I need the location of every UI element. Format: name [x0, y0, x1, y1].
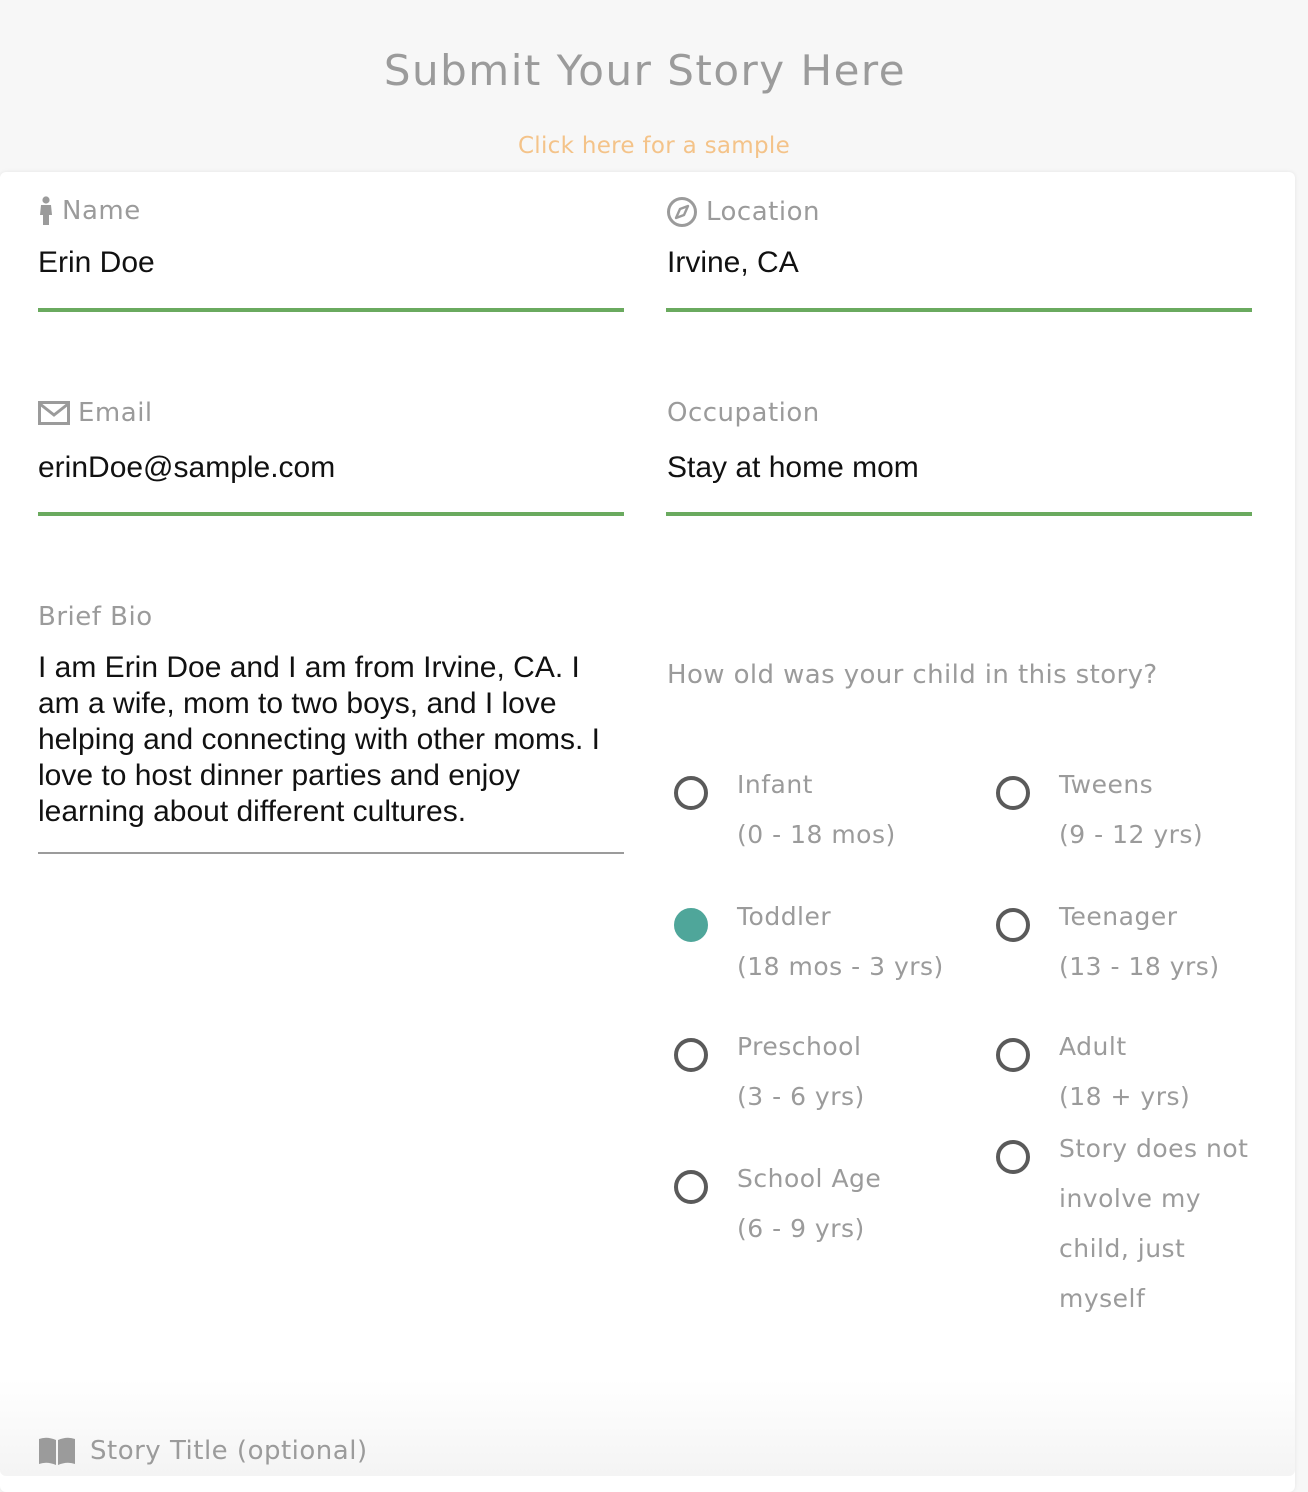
email-label-text: Email: [78, 398, 153, 428]
radio-toddler-label: Toddler (18 mos - 3 yrs): [737, 902, 944, 981]
occupation-label: Occupation: [667, 398, 820, 428]
radio-teenager-label: Teenager (13 - 18 yrs): [1059, 902, 1220, 981]
age-question: How old was your child in this story?: [667, 660, 1158, 690]
location-label-text: Location: [706, 197, 820, 227]
radio-infant-label: Infant (0 - 18 mos): [737, 770, 896, 849]
bio-textarea[interactable]: I am Erin Doe and I am from Irvine, CA. …: [38, 650, 624, 832]
bio-label: Brief Bio: [38, 602, 153, 632]
radio-tweens-label: Tweens (9 - 12 yrs): [1059, 770, 1204, 849]
email-underline: [38, 512, 624, 516]
occupation-underline: [666, 512, 1252, 516]
name-underline: [38, 308, 624, 312]
radio-school-age-label: School Age (6 - 9 yrs): [737, 1164, 882, 1243]
email-label: Email: [38, 398, 153, 428]
name-label-text: Name: [62, 196, 141, 226]
occupation-label-text: Occupation: [667, 398, 820, 428]
radio-circle-adult[interactable]: [996, 1038, 1030, 1072]
occupation-input[interactable]: [667, 451, 1253, 485]
radio-circle-toddler[interactable]: [674, 908, 708, 942]
radio-circle-tweens[interactable]: [996, 776, 1030, 810]
radio-circle-school-age[interactable]: [674, 1170, 708, 1204]
location-input[interactable]: [667, 246, 1253, 280]
radio-preschool-label: Preschool (3 - 6 yrs): [737, 1032, 865, 1111]
radio-circle-teenager[interactable]: [996, 908, 1030, 942]
radio-circle-preschool[interactable]: [674, 1038, 708, 1072]
email-input[interactable]: [38, 451, 624, 485]
story-title-label-text: Story Title (optional): [90, 1436, 368, 1466]
compass-icon: [666, 196, 698, 228]
name-input[interactable]: [38, 246, 624, 280]
name-label: Name: [38, 196, 141, 226]
page-title: Submit Your Story Here: [383, 46, 907, 95]
radio-adult-label: Adult (18 + yrs): [1059, 1032, 1191, 1111]
location-label: Location: [666, 196, 820, 228]
location-underline: [666, 308, 1252, 312]
bio-underline: [38, 852, 624, 854]
radio-circle-no-child[interactable]: [996, 1140, 1030, 1174]
radio-circle-infant[interactable]: [674, 776, 708, 810]
story-title-label: Story Title (optional): [38, 1436, 368, 1466]
radio-no-child-label: Story does not involve my child, just my…: [1059, 1134, 1249, 1313]
person-icon: [38, 196, 54, 226]
sample-link[interactable]: Click here for a sample: [0, 133, 1308, 159]
bio-label-text: Brief Bio: [38, 602, 153, 632]
book-icon: [38, 1436, 76, 1466]
envelope-icon: [38, 401, 70, 425]
